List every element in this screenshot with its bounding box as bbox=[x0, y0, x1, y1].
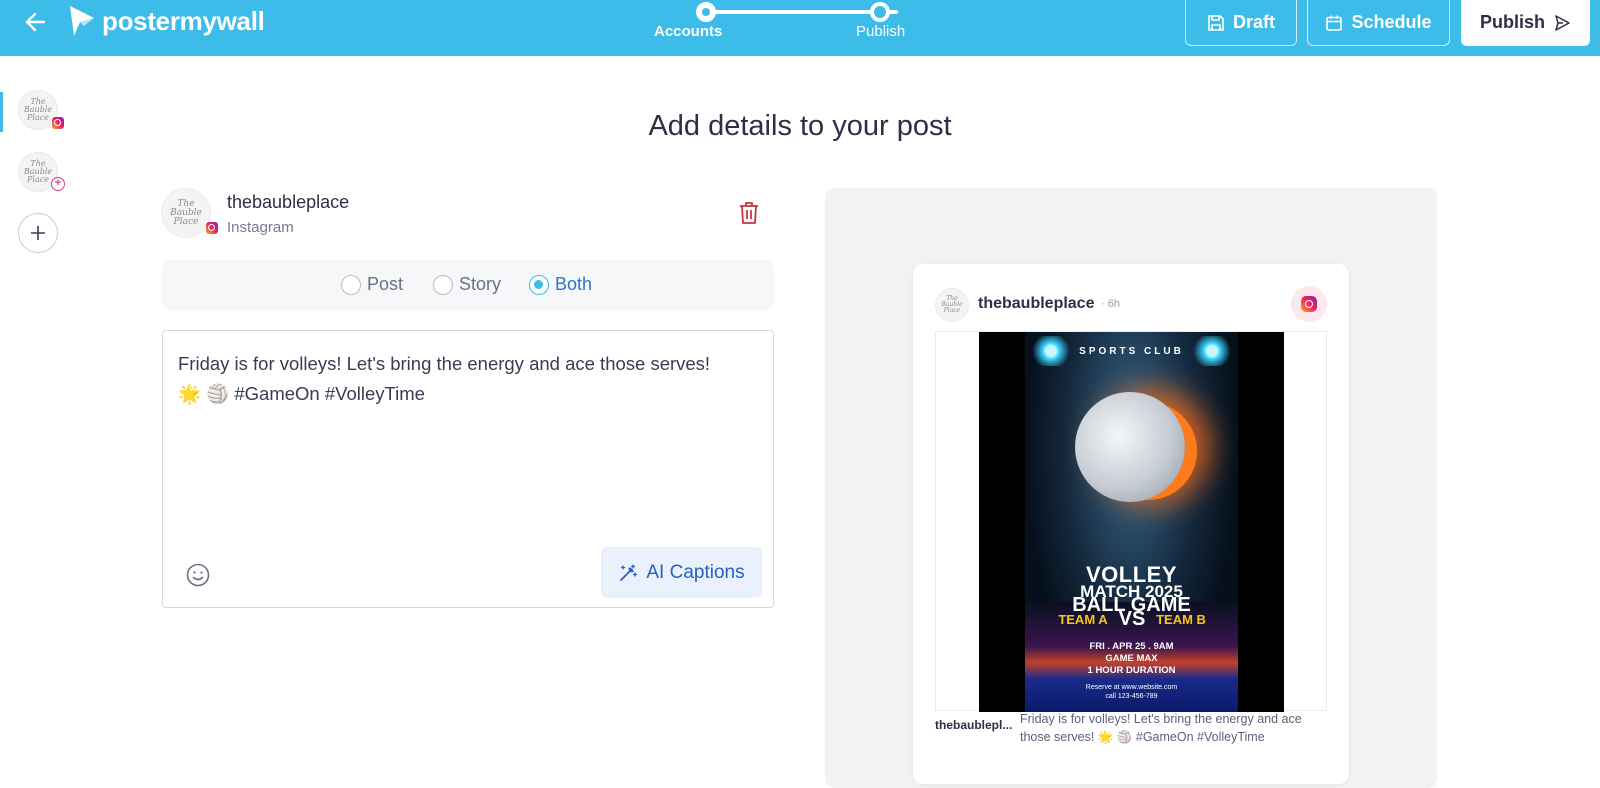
poster-team-b: TEAM B bbox=[1156, 612, 1206, 627]
step-label-publish: Publish bbox=[856, 23, 906, 40]
add-account-button[interactable] bbox=[18, 213, 58, 253]
preview-footer-caption: Friday is for volleys! Let's bring the e… bbox=[1020, 712, 1302, 744]
poster-image: SPORTS CLUB VOLLEY MATCH 2025 BALL GAME … bbox=[979, 332, 1284, 712]
step-label-accounts: Accounts bbox=[654, 23, 723, 40]
instagram-preview-card: The Bauble Place thebaubleplace · 6h SPO… bbox=[913, 264, 1349, 784]
save-icon bbox=[1208, 14, 1224, 31]
radio-label-both: Both bbox=[555, 274, 593, 294]
poster-reserve: Reserve at www.website.com bbox=[1085, 684, 1178, 691]
step-dot-accounts bbox=[696, 2, 716, 22]
preview-avatar: The Bauble Place bbox=[935, 288, 969, 322]
radio-post[interactable]: Post bbox=[341, 274, 403, 295]
poster-artwork: SPORTS CLUB VOLLEY MATCH 2025 BALL GAME … bbox=[1025, 332, 1238, 712]
trash-icon[interactable] bbox=[738, 201, 760, 225]
step-dot-publish bbox=[870, 2, 890, 22]
poster-team-a: TEAM A bbox=[1058, 612, 1108, 627]
poster-club: SPORTS CLUB bbox=[1079, 346, 1184, 357]
progress-stepper: Accounts Publish bbox=[654, 0, 920, 56]
radio-label-post: Post bbox=[367, 274, 404, 294]
calendar-icon bbox=[1326, 15, 1343, 31]
preview-timestamp: · 6h bbox=[1101, 298, 1120, 310]
account-name: thebaubleplace bbox=[227, 192, 350, 212]
radio-story[interactable]: Story bbox=[433, 274, 501, 295]
top-bar: postermywall Accounts Publish Draft Sche… bbox=[0, 0, 1600, 56]
poster-duration: 1 HOUR DURATION bbox=[1087, 665, 1176, 676]
radio-circle bbox=[433, 274, 453, 295]
preview-footer-username: thebaublepl... bbox=[935, 718, 1013, 732]
radio-label-story: Story bbox=[459, 274, 502, 294]
publish-label: Publish bbox=[1479, 12, 1545, 32]
account-avatar: The Bauble Place bbox=[161, 188, 211, 238]
draft-button[interactable]: Draft bbox=[1185, 0, 1297, 46]
account-network: Instagram bbox=[227, 219, 294, 236]
send-icon bbox=[1555, 14, 1570, 31]
stepper-line bbox=[700, 10, 898, 14]
volleyball-graphic bbox=[1075, 392, 1185, 502]
emoji-icon[interactable] bbox=[185, 562, 211, 588]
caption-text[interactable]: Friday is for volleys! Let's bring the e… bbox=[178, 349, 758, 409]
poster-call: call 123-456-789 bbox=[1105, 693, 1158, 700]
poster-vs: VS bbox=[1118, 608, 1146, 630]
logo-text: postermywall bbox=[102, 5, 265, 36]
preview-instagram-icon bbox=[1291, 286, 1327, 322]
draft-label: Draft bbox=[1232, 12, 1275, 32]
preview-avatar-text: The Bauble Place bbox=[941, 295, 963, 314]
instagram-badge-icon bbox=[205, 221, 219, 235]
instagram-glyph-icon bbox=[1301, 296, 1317, 312]
radio-circle bbox=[529, 274, 549, 295]
schedule-label: Schedule bbox=[1351, 12, 1432, 32]
back-arrow-icon[interactable] bbox=[22, 8, 50, 36]
poster-venue: GAME MAX bbox=[1105, 653, 1158, 664]
page-title: Add details to your post bbox=[648, 110, 952, 142]
radio-circle bbox=[341, 274, 361, 295]
ai-captions-label: AI Captions bbox=[646, 561, 745, 583]
add-network-badge-icon: + bbox=[51, 177, 65, 191]
poster-date: FRI . APR 25 . 9AM bbox=[1089, 641, 1174, 652]
caption-textarea[interactable]: Friday is for volleys! Let's bring the e… bbox=[162, 330, 774, 608]
publish-button[interactable]: Publish bbox=[1461, 0, 1590, 46]
post-type-selector: Post Story Both bbox=[162, 260, 774, 310]
preview-image-frame: SPORTS CLUB VOLLEY MATCH 2025 BALL GAME … bbox=[935, 331, 1327, 712]
plus-icon bbox=[31, 226, 45, 240]
radio-both[interactable]: Both bbox=[529, 274, 592, 295]
ai-captions-button[interactable]: AI Captions bbox=[601, 547, 762, 598]
magic-wand-icon bbox=[620, 563, 638, 581]
schedule-button[interactable]: Schedule bbox=[1307, 0, 1450, 46]
account-avatar-text: The Bauble Place bbox=[170, 198, 202, 227]
logo-mark-icon bbox=[70, 6, 94, 36]
logo[interactable]: postermywall bbox=[68, 4, 265, 38]
preview-username: thebaubleplace bbox=[978, 295, 1095, 312]
